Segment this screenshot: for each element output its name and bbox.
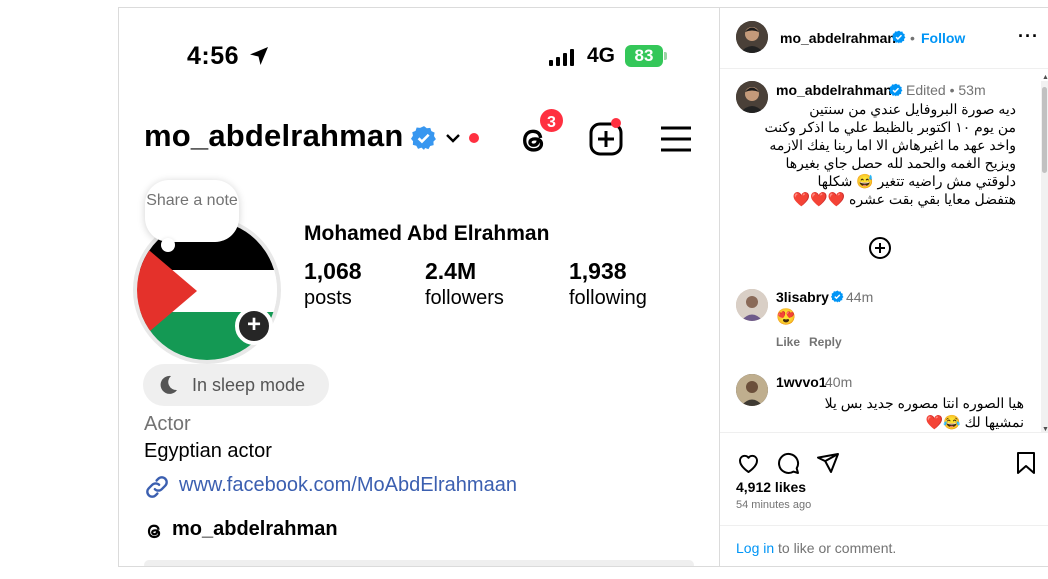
status-time: 4:56 bbox=[187, 42, 240, 70]
caption-line: دلوقتي مش راضيه تتغير 😅 شكلها bbox=[817, 173, 1016, 189]
new-post-dot bbox=[611, 118, 621, 128]
comment-text: هيا الصوره انتا مصوره جديد بس يلا نمشيها… bbox=[776, 394, 1024, 432]
login-prompt-text: to like or comment. bbox=[778, 540, 897, 556]
chevron-down-icon[interactable] bbox=[445, 130, 461, 146]
caption-line: من يوم ١٠ اكتوبر بالظبط علي ما اذكر وكنت bbox=[764, 119, 1016, 135]
follow-button[interactable]: Follow bbox=[921, 30, 965, 46]
threads-icon bbox=[147, 524, 161, 539]
comment-author[interactable]: 1wvvo1 bbox=[776, 374, 827, 390]
add-circle-icon[interactable] bbox=[868, 236, 892, 260]
location-arrow-icon bbox=[250, 47, 268, 65]
notification-dot bbox=[469, 133, 479, 143]
like-comment-button[interactable]: Like bbox=[776, 335, 800, 349]
profile-link[interactable]: www.facebook.com/MoAbdElrahmaan bbox=[179, 474, 517, 497]
reply-button[interactable]: Reply bbox=[809, 335, 842, 349]
caption-line: واخد عهد ما اغيرهاش الا اما ربنا يفك الا… bbox=[769, 137, 1016, 153]
comment-text: 😍 bbox=[776, 309, 796, 326]
post-image: 4:56 4G 83 mo_abdelrahman 3 + Share a no… bbox=[119, 8, 719, 566]
scroll-up-arrow[interactable]: ▲ bbox=[1042, 74, 1048, 81]
profile-category: Actor bbox=[144, 413, 191, 435]
caption-author[interactable]: mo_abdelrahman bbox=[776, 82, 892, 98]
bookmark-icon[interactable] bbox=[1016, 451, 1036, 475]
comment-line: نمشيها لك 😂❤️ bbox=[925, 414, 1024, 430]
caption-text: ديه صورة البروفايل عندي من سنتين من يوم … bbox=[760, 100, 1016, 208]
caption-line: هتفضل معايا بقي بقت عشره bbox=[849, 191, 1016, 207]
verified-icon bbox=[889, 83, 903, 97]
sleep-mode-text: In sleep mode bbox=[192, 375, 306, 395]
stat-followers[interactable]: 2.4M followers bbox=[425, 258, 504, 310]
network-label: 4G bbox=[587, 44, 616, 67]
caption-line-last: هتفضل معايا بقي بقت عشره ❤️❤️❤️ bbox=[760, 190, 1016, 208]
share-icon[interactable] bbox=[816, 451, 840, 475]
comment-icon[interactable] bbox=[776, 451, 800, 475]
stat-number: 1,938 bbox=[569, 258, 627, 284]
stat-posts: 1,068 posts bbox=[304, 258, 362, 310]
avatar[interactable] bbox=[736, 374, 768, 406]
stat-label: followers bbox=[425, 287, 504, 309]
phone-bottom-bar bbox=[144, 560, 694, 566]
battery-indicator: 83 bbox=[625, 45, 667, 67]
caption-line: ديه صورة البروفايل عندي من سنتين bbox=[809, 101, 1016, 117]
note-bubble[interactable]: Share a note bbox=[145, 180, 239, 242]
caption-hearts: ❤️❤️❤️ bbox=[792, 191, 846, 207]
profile-username: mo_abdelrahman bbox=[144, 118, 404, 153]
menu-icon[interactable] bbox=[660, 125, 692, 153]
stat-number: 2.4M bbox=[425, 258, 477, 284]
signal-icon bbox=[549, 48, 574, 66]
verified-icon bbox=[892, 30, 906, 44]
post-author[interactable]: mo_abdelrahman bbox=[780, 30, 896, 46]
likes-count[interactable]: 4,912 likes bbox=[736, 479, 806, 495]
sleep-mode-pill: In sleep mode bbox=[143, 364, 329, 406]
post-header: mo_abdelrahman • Follow ··· bbox=[720, 8, 1048, 69]
threads-badge: 3 bbox=[538, 107, 565, 134]
link-icon bbox=[146, 476, 168, 498]
comment-line: هيا الصوره انتا مصوره جديد بس يلا bbox=[824, 395, 1024, 411]
note-bubble-tail bbox=[161, 238, 175, 252]
stat-following[interactable]: 1,938 following bbox=[569, 258, 647, 310]
stat-label: posts bbox=[304, 287, 352, 309]
threads-handle[interactable]: mo_abdelrahman bbox=[172, 518, 338, 541]
login-prompt: Log in to like or comment. bbox=[720, 525, 1048, 566]
heart-icon[interactable] bbox=[736, 451, 761, 475]
more-options-icon[interactable]: ··· bbox=[1018, 26, 1039, 47]
verified-icon bbox=[411, 126, 436, 150]
separator-dot: • bbox=[910, 30, 915, 46]
post-panel: mo_abdelrahman • Follow ··· mo_abdelrahm… bbox=[719, 8, 1048, 566]
moon-icon bbox=[160, 375, 177, 394]
profile-bio: Egyptian actor bbox=[144, 440, 272, 462]
full-name: Mohamed Abd Elrahman bbox=[304, 222, 550, 245]
stat-number: 1,068 bbox=[304, 258, 362, 284]
comment-author[interactable]: 3lisabry bbox=[776, 289, 829, 305]
add-story-button[interactable]: + bbox=[235, 307, 273, 345]
avatar[interactable] bbox=[736, 289, 768, 321]
comment-time: 44m bbox=[846, 289, 874, 305]
avatar[interactable] bbox=[736, 21, 768, 53]
caption-line: ويزيح الغمه والحمد لله حصل جاي بغيرها bbox=[785, 155, 1017, 171]
caption-edited-time: Edited • 53m bbox=[906, 82, 986, 98]
verified-icon bbox=[831, 290, 844, 303]
scrollbar-thumb[interactable] bbox=[1042, 87, 1047, 173]
login-link[interactable]: Log in bbox=[736, 540, 774, 556]
post-modal: 4:56 4G 83 mo_abdelrahman 3 + Share a no… bbox=[118, 7, 1048, 567]
post-time: 54 minutes ago bbox=[736, 499, 812, 511]
stat-label: following bbox=[569, 287, 647, 309]
comment-time: 40m bbox=[825, 374, 853, 390]
